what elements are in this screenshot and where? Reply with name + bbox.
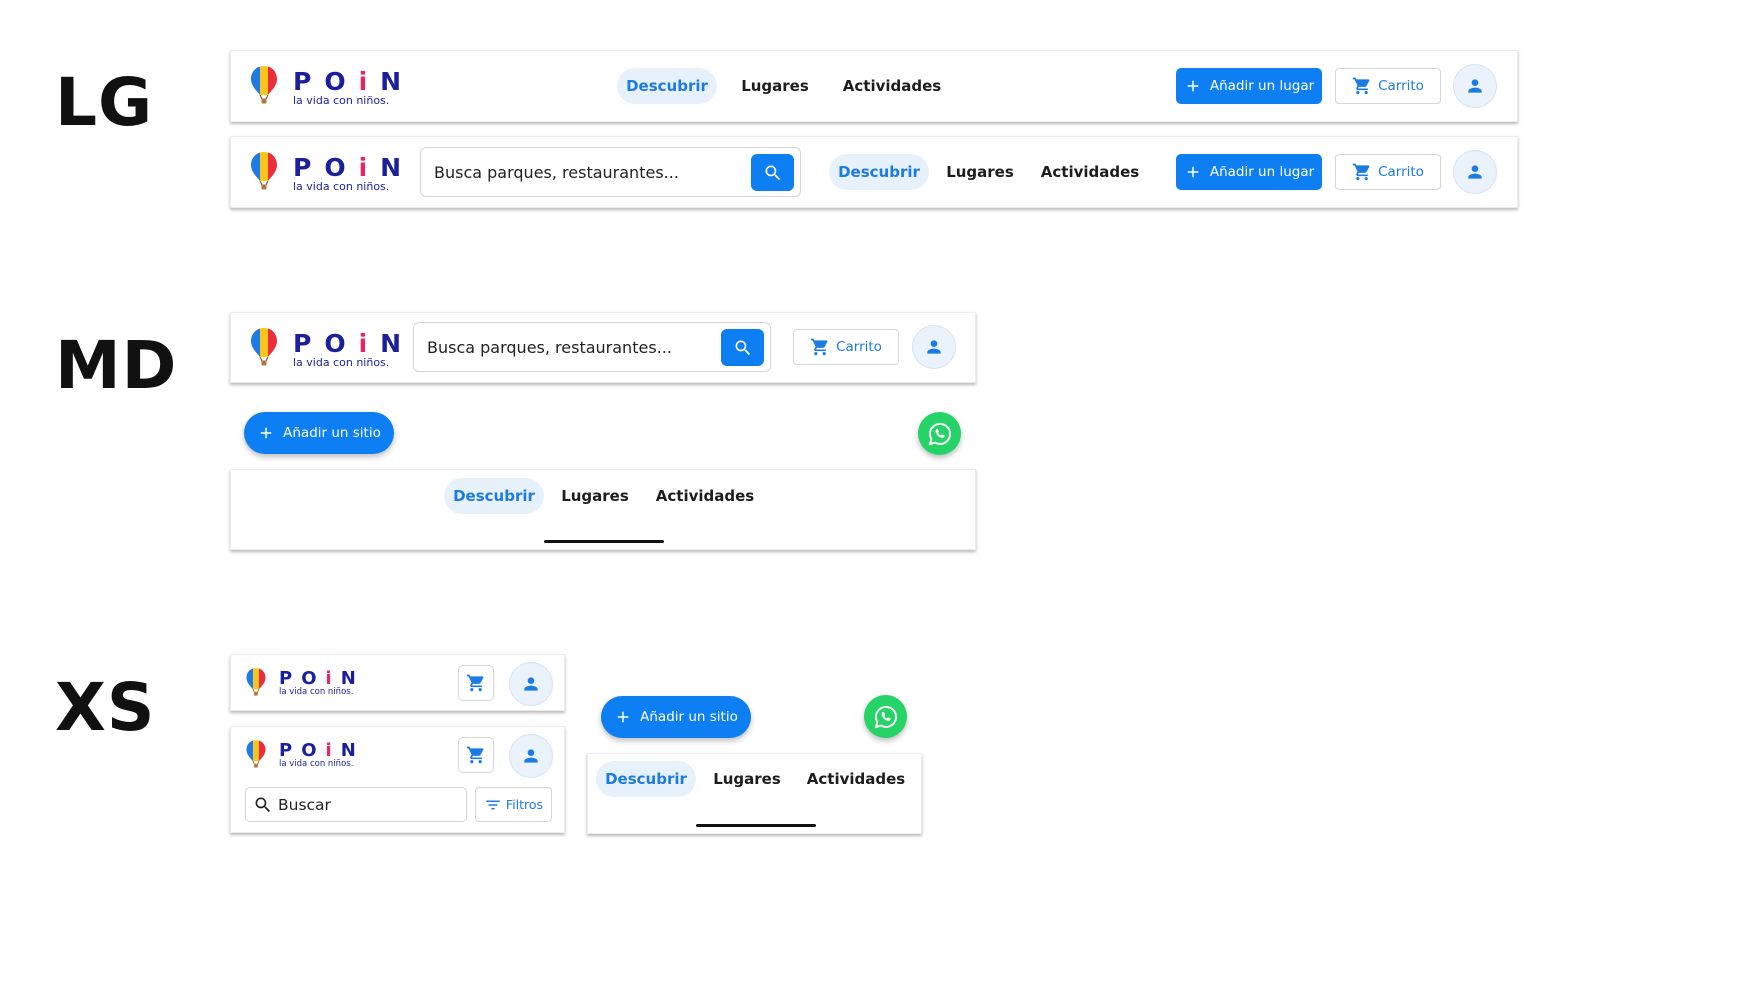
- search-input[interactable]: Busca parques, restaurantes...: [413, 322, 771, 372]
- user-avatar-button[interactable]: [509, 662, 553, 706]
- search-input[interactable]: Buscar: [245, 787, 467, 822]
- xs-header-default: POiN la vida con niños.: [230, 654, 565, 711]
- md-bottom-nav: Descubrir Lugares Actividades: [230, 469, 976, 550]
- lg-header-with-search: POiN la vida con niños. Busca parques, r…: [230, 136, 1518, 208]
- add-place-button[interactable]: Añadir un lugar: [1176, 154, 1322, 190]
- add-site-fab[interactable]: Añadir un sitio: [601, 696, 751, 738]
- logo[interactable]: POiN la vida con niños.: [245, 667, 356, 697]
- plus-icon: [257, 424, 275, 442]
- user-icon: [521, 746, 541, 766]
- balloon-logo-icon: [249, 151, 279, 191]
- balloon-logo-icon: [249, 327, 279, 367]
- nav-tab-activities[interactable]: Actividades: [651, 478, 759, 514]
- filter-icon: [484, 796, 502, 814]
- filters-button[interactable]: Filtros: [475, 787, 552, 822]
- cart-icon: [1352, 76, 1372, 96]
- cart-icon: [466, 745, 486, 765]
- user-icon: [1465, 162, 1485, 182]
- search-icon: [253, 795, 273, 815]
- home-indicator: [544, 540, 664, 543]
- balloon-logo-icon: [245, 667, 267, 697]
- plus-icon: [1184, 163, 1202, 181]
- nav-tab-activities[interactable]: Actividades: [838, 68, 946, 104]
- nav-tab-places[interactable]: Lugares: [941, 154, 1019, 190]
- plus-icon: [1184, 77, 1202, 95]
- brand-wordmark: POiN: [293, 153, 402, 182]
- cart-icon: [466, 673, 486, 693]
- nav-tab-places[interactable]: Lugares: [708, 761, 786, 797]
- nav-tab-discover[interactable]: Descubrir: [617, 68, 717, 104]
- user-icon: [1465, 76, 1485, 96]
- logo[interactable]: POiN la vida con niños.: [249, 327, 401, 369]
- nav-tab-discover[interactable]: Descubrir: [829, 154, 929, 190]
- lg-header-default: POiN la vida con niños. Descubrir Lugare…: [230, 50, 1518, 122]
- breakpoint-label-md: MD: [55, 327, 178, 404]
- user-icon: [924, 337, 944, 357]
- nav-tab-discover[interactable]: Descubrir: [596, 761, 696, 797]
- home-indicator: [696, 824, 816, 827]
- brand-tagline: la vida con niños.: [293, 356, 390, 369]
- search-icon: [763, 163, 783, 183]
- brand-wordmark: POiN: [293, 329, 402, 358]
- breakpoint-label-lg: LG: [55, 64, 154, 141]
- nav-tab-activities[interactable]: Actividades: [1036, 154, 1144, 190]
- nav-tab-places[interactable]: Lugares: [736, 68, 814, 104]
- nav-tab-places[interactable]: Lugares: [556, 478, 634, 514]
- whatsapp-button[interactable]: [918, 412, 961, 455]
- nav-tab-discover[interactable]: Descubrir: [444, 478, 544, 514]
- balloon-logo-icon: [249, 65, 279, 105]
- user-icon: [521, 674, 541, 694]
- search-button[interactable]: [751, 154, 794, 191]
- brand-wordmark: POiN: [293, 67, 402, 96]
- xs-bottom-nav: Descubrir Lugares Actividades: [587, 753, 922, 834]
- search-button[interactable]: [721, 329, 764, 366]
- brand-tagline: la vida con niños.: [279, 687, 354, 697]
- cart-button[interactable]: Carrito: [793, 329, 899, 365]
- logo[interactable]: POiN la vida con niños.: [249, 65, 401, 107]
- cart-button[interactable]: [458, 737, 494, 773]
- whatsapp-icon: [872, 703, 900, 731]
- brand-wordmark: POiN: [279, 740, 356, 761]
- balloon-logo-icon: [245, 739, 267, 769]
- user-avatar-button[interactable]: [912, 325, 956, 369]
- cart-button[interactable]: [458, 665, 494, 701]
- whatsapp-icon: [926, 420, 954, 448]
- brand-tagline: la vida con niños.: [279, 759, 354, 769]
- logo[interactable]: POiN la vida con niños.: [249, 151, 401, 193]
- cart-icon: [810, 337, 830, 357]
- xs-header-with-search: POiN la vida con niños. Buscar Filtros: [230, 726, 565, 833]
- whatsapp-button[interactable]: [864, 695, 907, 738]
- cart-icon: [1352, 162, 1372, 182]
- md-header: POiN la vida con niños. Busca parques, r…: [230, 312, 976, 383]
- search-icon: [733, 338, 753, 358]
- user-avatar-button[interactable]: [509, 734, 553, 778]
- breakpoint-label-xs: XS: [55, 669, 156, 746]
- brand-tagline: la vida con niños.: [293, 94, 390, 107]
- plus-icon: [614, 708, 632, 726]
- add-place-button[interactable]: Añadir un lugar: [1176, 68, 1322, 104]
- search-input[interactable]: Busca parques, restaurantes...: [420, 147, 801, 197]
- add-site-fab[interactable]: Añadir un sitio: [244, 412, 394, 454]
- user-avatar-button[interactable]: [1453, 64, 1497, 108]
- brand-tagline: la vida con niños.: [293, 180, 390, 193]
- nav-tab-activities[interactable]: Actividades: [802, 761, 910, 797]
- cart-button[interactable]: Carrito: [1335, 68, 1441, 104]
- cart-button[interactable]: Carrito: [1335, 154, 1441, 190]
- brand-wordmark: POiN: [279, 668, 356, 689]
- logo[interactable]: POiN la vida con niños.: [245, 739, 356, 769]
- user-avatar-button[interactable]: [1453, 150, 1497, 194]
